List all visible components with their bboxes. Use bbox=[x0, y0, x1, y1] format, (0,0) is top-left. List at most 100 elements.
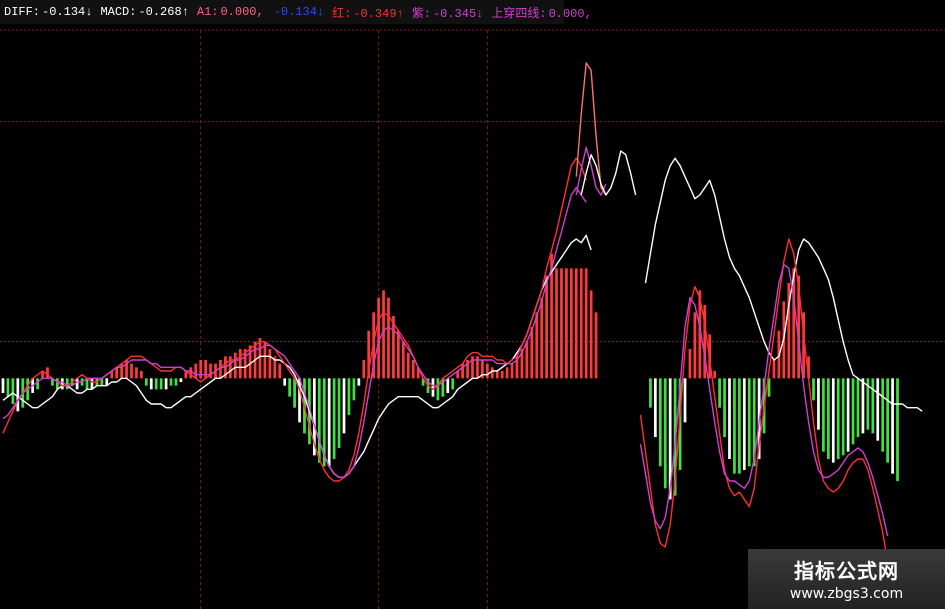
histogram-bar bbox=[886, 378, 889, 463]
indicator-value: -0.134 bbox=[273, 5, 317, 19]
histogram-bar bbox=[397, 330, 400, 379]
histogram-bar bbox=[876, 378, 880, 441]
histogram-bar bbox=[6, 378, 10, 397]
indicator-value: -0.134 bbox=[42, 5, 86, 19]
indicator-label: MACD: bbox=[100, 5, 137, 19]
histogram-bar bbox=[569, 268, 573, 379]
indicator-label: 上穿四线: bbox=[491, 6, 547, 21]
histogram-bar bbox=[411, 360, 415, 379]
histogram-bar bbox=[357, 378, 361, 386]
histogram-bar bbox=[268, 349, 272, 379]
histogram-bar bbox=[500, 371, 504, 379]
histogram-bar bbox=[154, 378, 158, 390]
histogram-bar bbox=[812, 378, 815, 401]
histogram-bar bbox=[826, 378, 830, 459]
histogram-bar bbox=[485, 363, 489, 379]
histogram-bar bbox=[11, 378, 15, 404]
histogram-bar bbox=[574, 268, 578, 379]
histogram-bar bbox=[90, 378, 94, 390]
histogram-bar bbox=[179, 378, 183, 382]
histogram-bar bbox=[495, 371, 499, 379]
histogram-bar bbox=[589, 290, 593, 379]
histogram-bar bbox=[742, 378, 746, 470]
histogram-bar bbox=[713, 371, 717, 379]
histogram-bar bbox=[718, 378, 721, 408]
histogram-bar bbox=[140, 371, 143, 379]
indicator-arrow: ↓ bbox=[316, 5, 325, 19]
indicator-1: MACD: -0.268↑ bbox=[100, 5, 188, 19]
histogram-bar bbox=[56, 378, 59, 390]
histogram-bar bbox=[293, 378, 296, 408]
histogram-bar bbox=[85, 378, 89, 390]
histogram-bar bbox=[436, 378, 440, 401]
indicator-arrow: ↑ bbox=[396, 6, 404, 21]
histogram-bar bbox=[60, 378, 64, 390]
histogram-bar bbox=[891, 378, 894, 474]
indicator-value: -0.349 bbox=[353, 6, 397, 21]
indicator-value: -0.345 bbox=[432, 6, 477, 21]
histogram-bar bbox=[565, 268, 568, 379]
histogram-bar bbox=[822, 378, 825, 452]
histogram-bar bbox=[881, 378, 885, 452]
indicator-value: 0.000, bbox=[548, 6, 592, 21]
histogram-bar bbox=[505, 367, 509, 379]
indicator-arrow: ↓ bbox=[85, 5, 93, 19]
watermark-url: www.zbgs3.com bbox=[789, 586, 904, 602]
histogram-bar bbox=[169, 378, 173, 386]
histogram-bar bbox=[728, 378, 731, 459]
histogram-bar bbox=[317, 378, 321, 463]
histogram-bar bbox=[144, 378, 148, 386]
histogram-bar bbox=[135, 367, 138, 379]
histogram-bar bbox=[189, 367, 193, 379]
indicator-label: DIFF: bbox=[4, 5, 41, 19]
histogram-bar bbox=[406, 352, 410, 379]
histogram-bar bbox=[490, 367, 494, 379]
histogram-bar bbox=[130, 363, 133, 379]
indicator-label: 紫: bbox=[411, 6, 431, 21]
histogram-bar bbox=[540, 297, 544, 379]
histogram-bar bbox=[164, 378, 168, 390]
indicator-arrow: ↑ bbox=[181, 5, 189, 19]
histogram-bar bbox=[219, 360, 222, 379]
histogram-bar bbox=[149, 378, 153, 390]
histogram-bar bbox=[831, 378, 835, 463]
histogram-bar bbox=[327, 378, 331, 467]
histogram-bar bbox=[36, 378, 39, 390]
histogram-bar bbox=[1, 378, 5, 393]
histogram-bar bbox=[653, 378, 657, 437]
indicator-label: A1: bbox=[196, 5, 219, 19]
histogram-bar bbox=[896, 378, 899, 481]
indicator-6: 上穿四线: 0.000, bbox=[491, 4, 591, 21]
indicator-value: -0.268 bbox=[138, 5, 182, 19]
histogram-bar bbox=[841, 378, 845, 456]
histogram-bar bbox=[688, 349, 692, 379]
histogram-bar bbox=[772, 360, 776, 379]
site-watermark: 指标公式网 www.zbgs3.com bbox=[748, 549, 945, 609]
histogram-bar bbox=[649, 378, 652, 408]
histogram-bar bbox=[856, 378, 860, 437]
histogram-bar bbox=[560, 268, 563, 379]
histogram-bar bbox=[387, 297, 390, 379]
histogram-bar bbox=[545, 275, 548, 379]
histogram-bar bbox=[723, 378, 726, 437]
histogram-bar bbox=[846, 378, 850, 452]
histogram-bar bbox=[525, 341, 529, 379]
indicator-5: 紫: -0.345↓ bbox=[412, 4, 484, 21]
macd-chart[interactable] bbox=[0, 0, 945, 609]
histogram-bar bbox=[431, 378, 435, 397]
histogram-bar bbox=[693, 312, 697, 379]
histogram-bar bbox=[401, 341, 405, 379]
histogram-bar bbox=[861, 378, 865, 434]
indicator-3: -0.134↓ bbox=[272, 5, 324, 19]
histogram-bar bbox=[530, 327, 534, 379]
watermark-title: 指标公式网 bbox=[794, 559, 899, 583]
histogram-bar bbox=[174, 378, 178, 386]
histogram-bar bbox=[65, 378, 69, 390]
indicator-legend: DIFF: -0.134↓ MACD: -0.268↑ A1: 0.000, -0.134↓… bbox=[0, 0, 592, 24]
histogram-bar bbox=[199, 360, 203, 379]
histogram-bar bbox=[347, 378, 351, 415]
histogram-bar bbox=[159, 378, 163, 390]
indicator-value: 0.000, bbox=[220, 5, 264, 19]
histogram-bar bbox=[332, 378, 336, 459]
histogram-bar bbox=[283, 378, 287, 386]
